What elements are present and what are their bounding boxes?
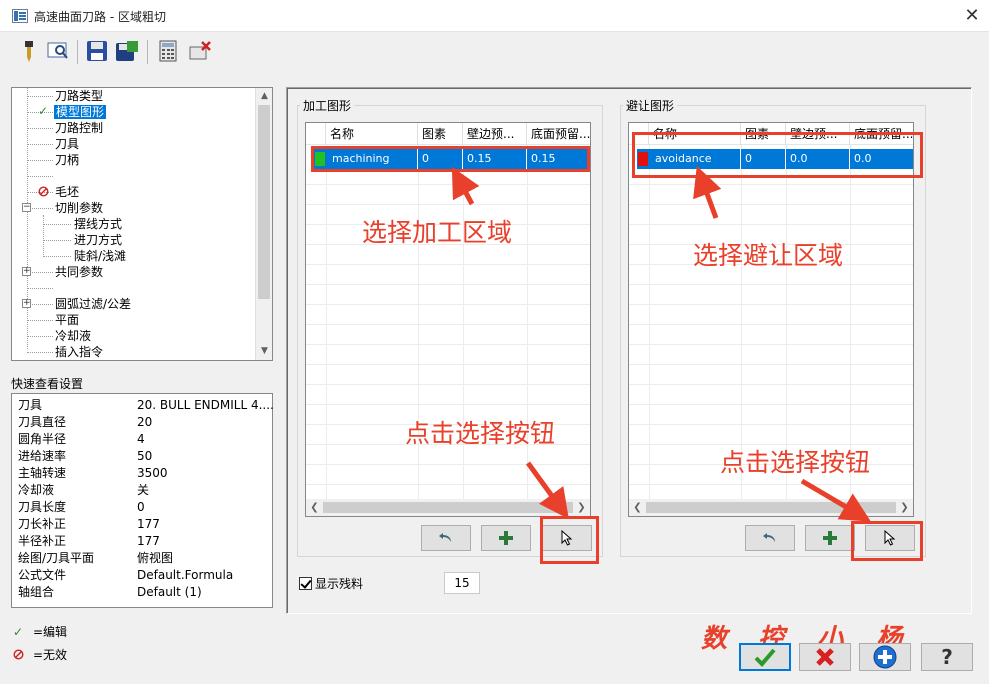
brand-char: 数 — [701, 624, 728, 654]
arrow — [451, 166, 480, 206]
help-icon: ? — [941, 645, 953, 669]
annotation-select-machining: 选择加工区域 — [362, 218, 513, 247]
arrow — [693, 165, 722, 219]
annotation-select-avoid: 选择避让区域 — [693, 241, 844, 270]
cancel-button[interactable] — [799, 643, 851, 671]
apply-button[interactable] — [859, 643, 911, 671]
arrow — [525, 461, 569, 520]
help-button[interactable]: ? — [921, 643, 973, 671]
arrow — [800, 478, 871, 522]
annotation-arrows — [451, 165, 871, 522]
annotation-click-select: 点击选择按钮 — [720, 448, 871, 477]
annotation-click-select: 点击选择按钮 — [405, 419, 556, 448]
ok-button[interactable] — [739, 643, 791, 671]
